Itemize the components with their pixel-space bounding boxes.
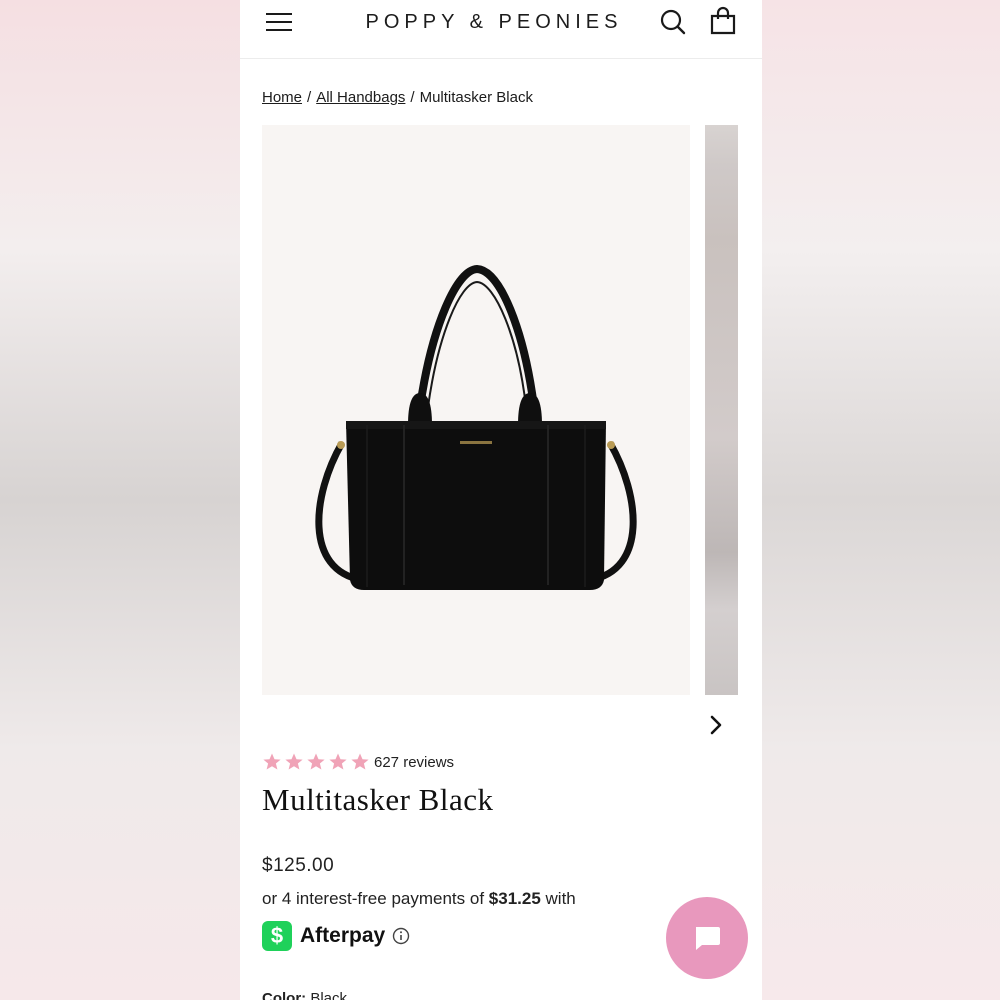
afterpay-badge: $ Afterpay	[262, 920, 410, 952]
installments-prefix: or 4 interest-free payments of	[262, 889, 485, 908]
breadcrumb-separator: /	[410, 89, 415, 106]
search-icon[interactable]	[659, 8, 687, 36]
breadcrumb-separator: /	[307, 89, 312, 106]
background-left	[0, 0, 240, 1000]
star-icon	[263, 753, 281, 770]
product-title: Multitasker Black	[262, 782, 494, 817]
color-option-label: Color: Black	[262, 990, 347, 1000]
site-header: POPPY & PEONIES	[240, 0, 762, 59]
star-icon	[351, 753, 369, 770]
installments-amount: $31.25	[488, 889, 541, 908]
handbag-image	[315, 264, 637, 590]
reviews-count-link[interactable]: 627 reviews	[374, 754, 454, 771]
star-icon	[285, 753, 303, 770]
breadcrumb-home-link[interactable]: Home	[262, 89, 302, 106]
chat-bubble-icon	[696, 927, 720, 950]
breadcrumb: Home / All Handbags / Multitasker Black	[262, 88, 533, 108]
breadcrumb-all-handbags-link[interactable]: All Handbags	[316, 89, 405, 106]
next-product-image-preview[interactable]	[705, 125, 738, 695]
afterpay-logo-icon: $	[262, 921, 292, 951]
star-icon	[329, 753, 347, 770]
info-icon[interactable]	[392, 927, 410, 945]
product-rating[interactable]: 627 reviews	[262, 751, 454, 773]
star-icon	[307, 753, 325, 770]
mobile-page: POPPY & PEONIES Home / All Handbags / Multit…	[240, 0, 762, 1000]
product-main-image[interactable]	[262, 125, 690, 695]
shopping-bag-icon[interactable]	[708, 6, 738, 36]
brand-logo[interactable]: POPPY & PEONIES	[358, 10, 630, 34]
color-value: Black	[310, 990, 348, 1000]
breadcrumb-current: Multitasker Black	[419, 89, 533, 106]
color-label: Color:	[262, 990, 307, 1000]
chevron-right-icon[interactable]	[704, 712, 728, 738]
chat-button[interactable]	[666, 897, 748, 979]
background-right	[762, 0, 1000, 1000]
installments-text: or 4 interest-free payments of $31.25 wi…	[262, 889, 576, 909]
hamburger-menu-icon[interactable]	[264, 10, 294, 34]
product-price: $125.00	[262, 855, 335, 876]
afterpay-name: Afterpay	[300, 924, 386, 947]
installments-suffix: with	[545, 889, 576, 908]
